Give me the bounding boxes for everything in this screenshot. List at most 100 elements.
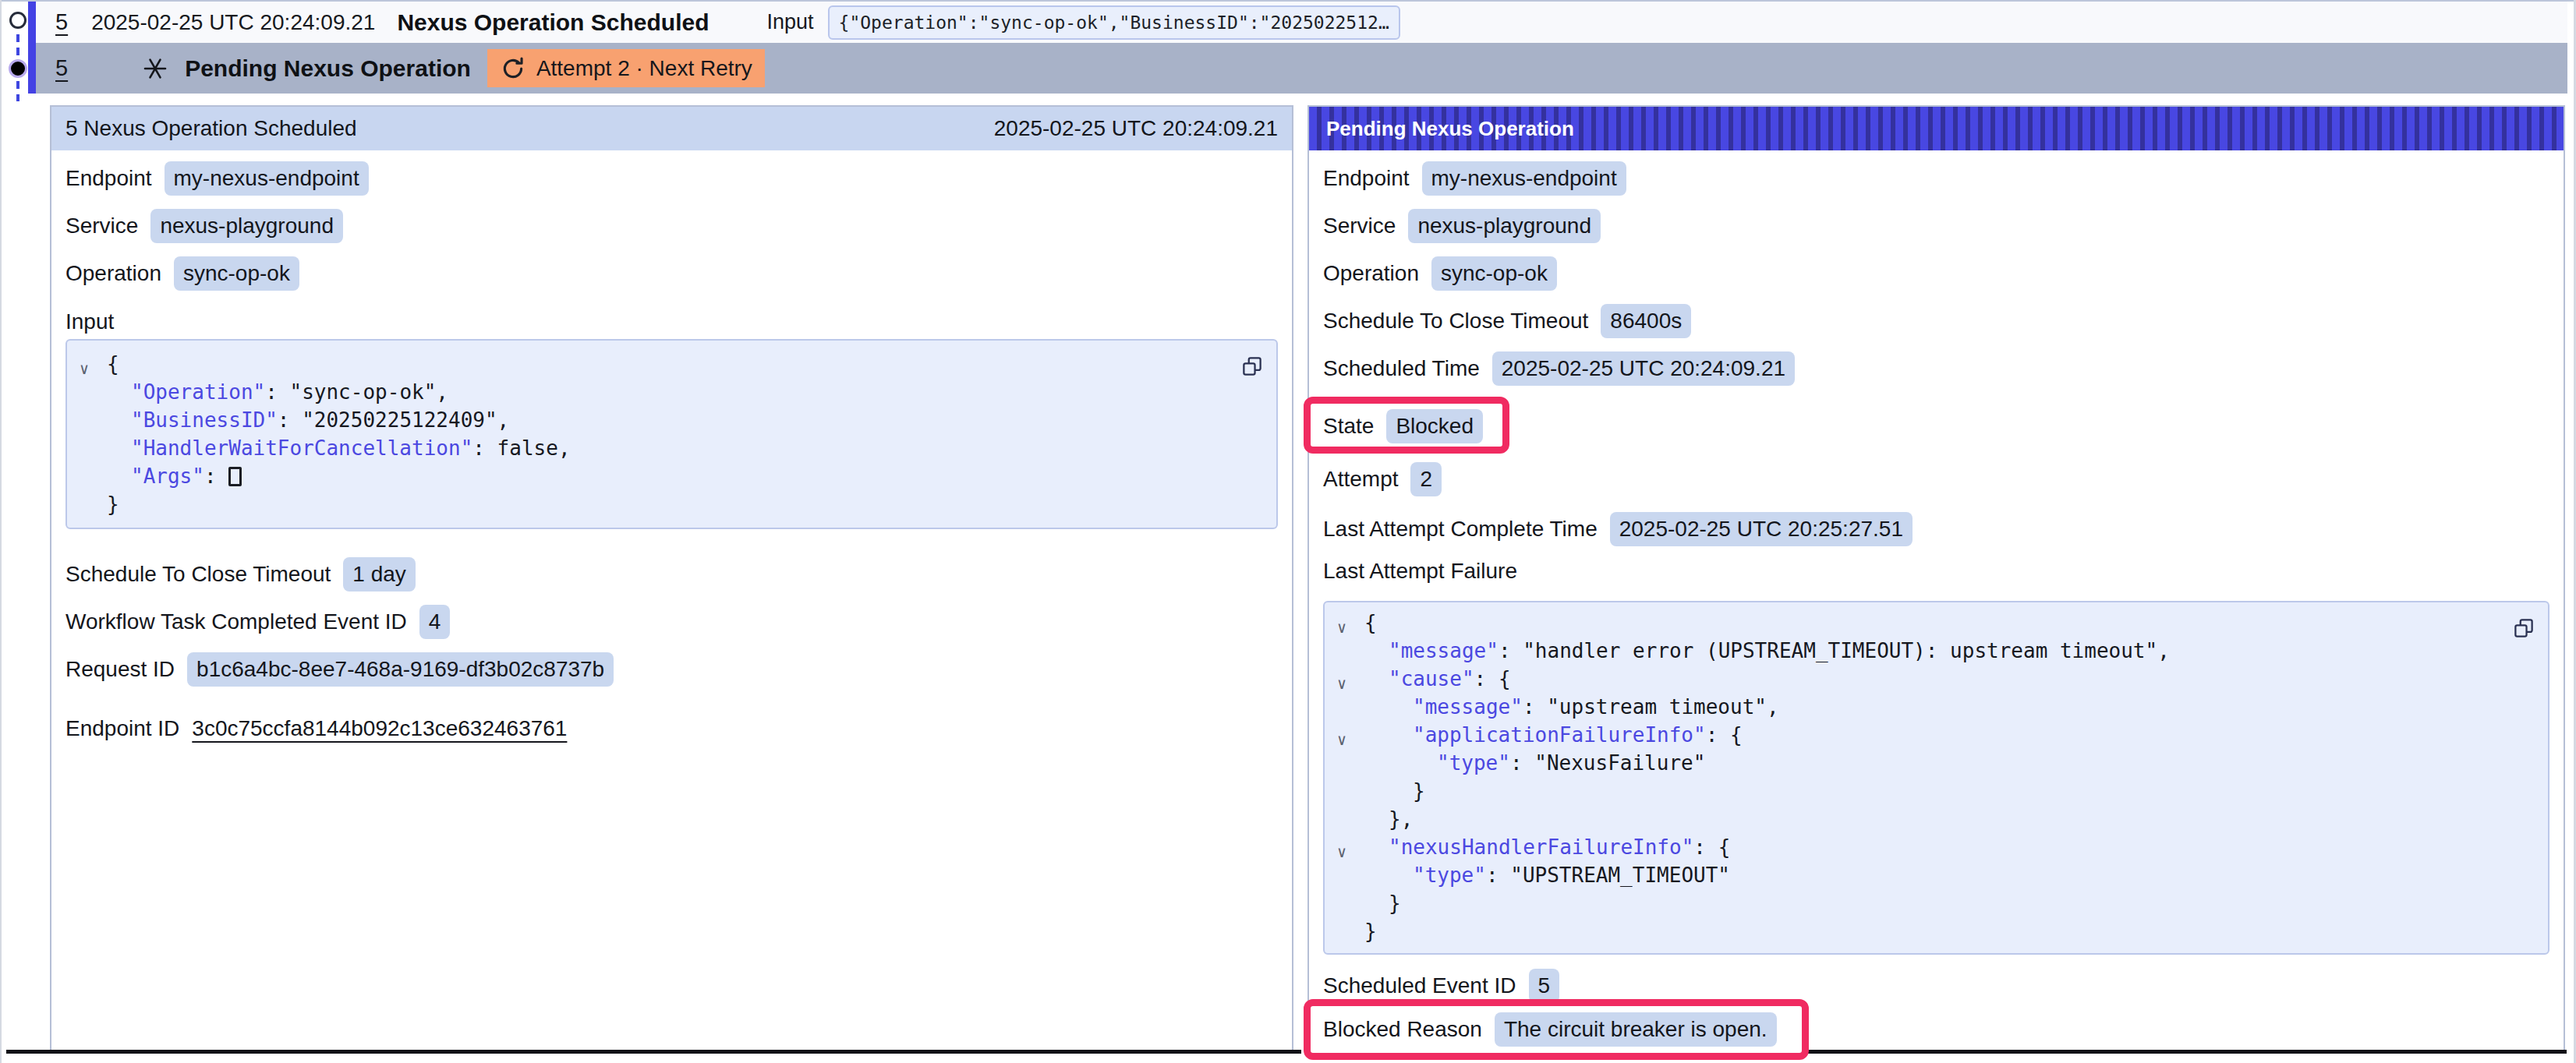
code-line-text: "BusinessID": "20250225122409", — [107, 406, 509, 434]
event-row-scheduled[interactable]: 5 2025-02-25 UTC 20:24:09.21 Nexus Opera… — [36, 2, 2567, 43]
code-gutter — [1325, 697, 1364, 726]
code-gutter — [1325, 754, 1364, 782]
field-value-badge: 5 — [1529, 969, 1560, 1003]
field-workflow-task-completed-event-id: Workflow Task Completed Event ID 4 — [65, 605, 1278, 639]
field-label: Request ID — [65, 657, 175, 682]
retry-icon — [500, 55, 526, 82]
code-line-text: "type": "NexusFailure" — [1364, 749, 1705, 777]
collapse-chevron-icon[interactable]: ∨ — [1325, 669, 1364, 697]
field-value-badge: sync-op-ok — [1431, 256, 1557, 291]
field-request-id: Request ID b1c6a4bc-8ee7-468a-9169-df3b0… — [65, 652, 1278, 687]
code-line-text: "nexusHandlerFailureInfo": { — [1364, 833, 1730, 861]
field-schedule-to-close-timeout: Schedule To Close Timeout 1 day — [65, 557, 1278, 592]
field-value-badge: 1 day — [343, 557, 416, 592]
field-value-badge: 4 — [419, 605, 451, 639]
code-line-text: } — [1364, 889, 1401, 917]
code-line-text: "type": "UPSTREAM_TIMEOUT" — [1364, 861, 1730, 889]
bottom-divider — [1807, 1050, 2567, 1054]
field-value-badge: 2025-02-25 UTC 20:24:09.21 — [1492, 351, 1795, 386]
field-label: Endpoint ID — [65, 716, 179, 741]
field-value-badge: 2 — [1410, 462, 1442, 496]
event-id-link[interactable]: 5 — [55, 9, 68, 35]
field-operation: Operation sync-op-ok — [1323, 256, 2549, 291]
field-label: Service — [1323, 214, 1396, 238]
code-line-text: "HandlerWaitForCancellation": false, — [107, 434, 571, 462]
retry-label: Attempt 2 · Next Retry — [536, 56, 752, 81]
field-scheduled-event-id: Scheduled Event ID 5 — [1323, 969, 2549, 1003]
event-detail-header: 5 Nexus Operation Scheduled 2025-02-25 U… — [51, 107, 1292, 150]
code-gutter — [67, 411, 107, 439]
field-label: Schedule To Close Timeout — [65, 562, 331, 587]
code-gutter — [67, 439, 107, 467]
code-line-text: } — [1364, 917, 1377, 945]
pending-title: Pending Nexus Operation — [185, 55, 471, 82]
event-id-link[interactable]: 5 — [55, 55, 68, 81]
code-line-text: } — [107, 490, 119, 518]
pending-nexus-operation-row[interactable]: 5 Pending Nexus Operation Attempt 2 · Ne… — [36, 43, 2567, 94]
retry-attempt-badge: Attempt 2 · Next Retry — [487, 49, 765, 87]
field-attempt: Attempt 2 — [1323, 462, 2549, 496]
code-gutter — [1325, 894, 1364, 922]
field-scheduled-time: Scheduled Time 2025-02-25 UTC 20:24:09.2… — [1323, 351, 2549, 386]
field-endpoint-id: Endpoint ID 3c0c75ccfa8144b092c13ce63246… — [65, 712, 1278, 746]
field-value-badge: nexus-playground — [150, 209, 343, 243]
code-line-text: "Args": — [107, 462, 242, 490]
code-line-text: "message": "upstream timeout", — [1364, 693, 1779, 721]
code-line-text: } — [1364, 777, 1425, 805]
input-section-label: Input — [65, 311, 1278, 333]
code-line-text: "Operation": "sync-op-ok", — [107, 378, 448, 406]
field-value-badge: my-nexus-endpoint — [165, 161, 369, 196]
code-gutter — [1325, 866, 1364, 894]
code-line-text: { — [1364, 609, 1377, 637]
field-endpoint: Endpoint my-nexus-endpoint — [65, 161, 1278, 196]
field-label: Service — [65, 214, 138, 238]
code-gutter — [1325, 782, 1364, 810]
field-operation: Operation sync-op-ok — [65, 256, 1278, 291]
copy-icon[interactable] — [2511, 615, 2537, 641]
timeline-event-dot-open — [9, 12, 27, 29]
field-service: Service nexus-playground — [65, 209, 1278, 243]
field-value-badge: b1c6a4bc-8ee7-468a-9169-df3b02c8737b — [187, 652, 614, 687]
field-label: Endpoint — [1323, 166, 1410, 191]
bottom-divider — [6, 1050, 1301, 1054]
field-last-attempt-complete-time: Last Attempt Complete Time 2025-02-25 UT… — [1323, 512, 2549, 546]
input-label: Input — [766, 10, 813, 34]
field-label: Last Attempt Complete Time — [1323, 517, 1598, 542]
failure-json-block: ∨{"message": "handler error (UPSTREAM_TI… — [1323, 601, 2549, 955]
field-value-badge: my-nexus-endpoint — [1422, 161, 1626, 196]
timeline-dashed-line — [16, 34, 19, 58]
collapse-chevron-icon[interactable]: ∨ — [1325, 726, 1364, 754]
timeline-dashed-line — [16, 81, 19, 101]
event-detail-header-timestamp: 2025-02-25 UTC 20:24:09.21 — [994, 116, 1278, 141]
code-gutter — [1325, 810, 1364, 838]
code-gutter — [67, 495, 107, 523]
state-highlight-annotation — [1304, 397, 1509, 454]
field-label: Scheduled Event ID — [1323, 973, 1516, 998]
event-title: Nexus Operation Scheduled — [397, 9, 709, 36]
selected-event-indicator-bar — [28, 2, 36, 94]
code-gutter — [1325, 922, 1364, 950]
field-endpoint: Endpoint my-nexus-endpoint — [1323, 161, 2549, 196]
event-timestamp: 2025-02-25 UTC 20:24:09.21 — [91, 10, 375, 35]
field-value-badge: sync-op-ok — [174, 256, 299, 291]
code-line-text: }, — [1364, 805, 1413, 833]
field-label: Attempt — [1323, 467, 1398, 492]
endpoint-id-link[interactable]: 3c0c75ccfa8144b092c13ce632463761 — [192, 716, 567, 741]
collapse-chevron-icon[interactable]: ∨ — [1325, 613, 1364, 641]
field-value-badge: nexus-playground — [1408, 209, 1601, 243]
event-detail-header-title: 5 Nexus Operation Scheduled — [65, 116, 357, 141]
code-gutter — [67, 467, 107, 495]
copy-icon[interactable] — [1239, 353, 1265, 380]
code-line-text: "applicationFailureInfo": { — [1364, 721, 1743, 749]
collapse-chevron-icon[interactable]: ∨ — [67, 355, 107, 383]
field-label: Operation — [65, 261, 161, 286]
field-schedule-to-close-timeout: Schedule To Close Timeout 86400s — [1323, 304, 2549, 338]
field-label: Workflow Task Completed Event ID — [65, 609, 407, 634]
pending-operation-panel: Pending Nexus Operation Endpoint my-nexu… — [1307, 105, 2565, 1051]
collapse-chevron-icon[interactable]: ∨ — [1325, 838, 1364, 866]
code-line-text: { — [107, 350, 119, 378]
timeline-event-dot-filled — [9, 59, 27, 78]
input-preview-badge[interactable]: {"Operation":"sync-op-ok","BusinessID":"… — [828, 5, 1400, 40]
pending-operation-header-title: Pending Nexus Operation — [1326, 117, 1574, 141]
field-label: Schedule To Close Timeout — [1323, 309, 1588, 334]
